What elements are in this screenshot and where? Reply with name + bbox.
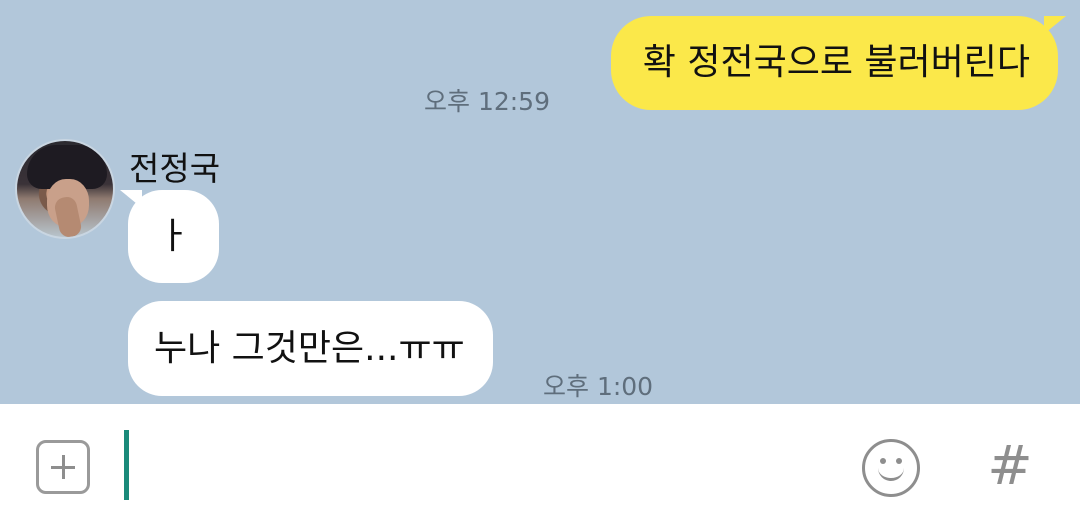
incoming-message-text: ㅏ [156, 215, 191, 257]
plus-vertical-stroke [61, 455, 65, 479]
sender-avatar[interactable] [15, 139, 115, 239]
outgoing-message-text: 확 정전국으로 불러버린다 [642, 42, 1030, 83]
hashtag-search-button[interactable]: # [985, 436, 1035, 496]
message-input[interactable] [124, 428, 824, 502]
incoming-message-bubble[interactable]: ㅏ [128, 190, 219, 283]
outgoing-message-time: 오후 12:59 [424, 87, 550, 116]
incoming-message-bubble[interactable]: 누나 그것만은...ㅠㅠ [128, 301, 493, 396]
incoming-message-text: 누나 그것만은...ㅠㅠ [154, 327, 465, 369]
text-cursor [124, 430, 129, 500]
message-list[interactable]: 확 정전국으로 불러버린다 오후 12:59 전정국 ㅏ 누나 그것만은...ㅠ… [0, 0, 1080, 404]
chat-screen: 확 정전국으로 불러버린다 오후 12:59 전정국 ㅏ 누나 그것만은...ㅠ… [0, 0, 1080, 530]
incoming-message-time: 오후 1:00 [543, 372, 654, 401]
plus-square-icon[interactable] [36, 440, 90, 494]
smiley-mouth [878, 464, 904, 481]
sender-name: 전정국 [129, 149, 221, 188]
outgoing-message-bubble[interactable]: 확 정전국으로 불러버린다 [610, 16, 1058, 110]
smiley-icon[interactable] [862, 439, 920, 497]
message-input-bar: # [0, 404, 1080, 530]
